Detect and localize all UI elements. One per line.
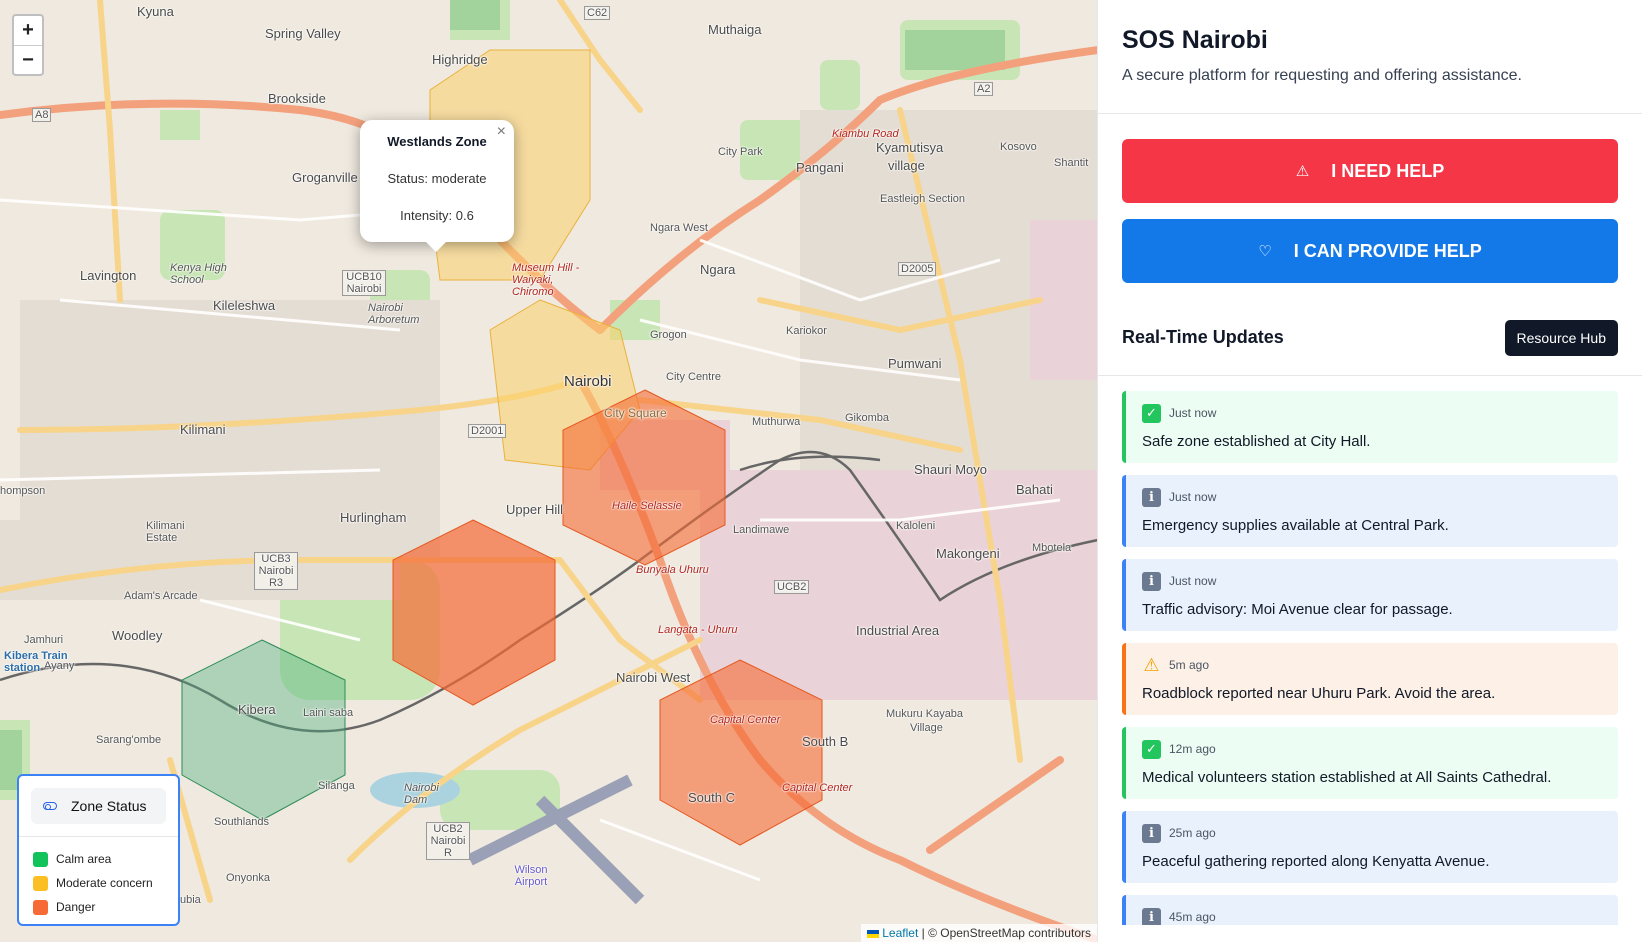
danger-swatch [33,899,48,915]
zone-south-c [659,659,823,846]
update-text: Safe zone established at City Hall. [1142,433,1371,450]
info-icon: i [1142,907,1161,925]
legend-toggle[interactable]: Zone Status [31,788,166,824]
zone-legend: Zone Status Calm area Moderate concern D… [17,774,180,926]
popup-close-button[interactable]: × [497,123,506,141]
legend-item-label: Danger [56,900,96,914]
check-icon: ✓ [1142,403,1161,423]
sidebar: SOS Nairobi A secure platform for reques… [1098,0,1642,942]
zoom-in-button[interactable]: + [14,16,42,45]
update-card: i 45m ago [1122,895,1618,925]
zoom-control: + − [12,14,44,76]
map-attribution: Leaflet | © OpenStreetMap contributors [860,924,1097,942]
legend-item-danger: Danger [19,895,178,919]
update-text: Roadblock reported near Uhuru Park. Avoi… [1142,685,1496,702]
update-card: i 25m ago Peaceful gathering reported alo… [1122,811,1618,883]
check-icon: ✓ [1142,739,1161,759]
info-icon: i [1142,823,1161,843]
popup-status: Status: moderate [387,171,487,186]
popup-title: Westlands Zone [387,134,487,149]
app-title: SOS Nairobi [1122,26,1268,54]
need-help-button[interactable]: ⚠ I NEED HELP [1122,139,1618,203]
resource-hub-button[interactable]: Resource Hub [1504,319,1618,356]
update-time: 25m ago [1169,826,1216,840]
update-time: Just now [1169,574,1217,588]
update-time: 5m ago [1169,658,1210,672]
updates-title: Real-Time Updates [1122,327,1284,347]
update-time: 45m ago [1169,910,1216,924]
popup-intensity: Intensity: 0.6 [400,208,474,223]
warning-icon: ⚠ [1143,654,1160,675]
zone-popup: × Westlands Zone Status: moderate Intens… [360,120,514,252]
sidebar-header: SOS Nairobi A secure platform for reques… [1098,0,1642,114]
legend-item-label: Calm area [56,852,112,866]
update-card: i Just now Traffic advisory: Moi Avenue c… [1122,559,1618,631]
need-help-label: I NEED HELP [1331,160,1445,181]
update-card: i Just now Emergency supplies available a… [1122,475,1618,547]
update-text: Traffic advisory: Moi Avenue clear for p… [1142,601,1453,618]
map-view[interactable]: Kyuna Spring Valley Highridge Muthaiga B… [0,0,1098,942]
legend-item-calm: Calm area [19,847,178,871]
update-time: 12m ago [1169,742,1216,756]
moderate-swatch [33,875,48,891]
provide-help-button[interactable]: ♡ I CAN PROVIDE HELP [1122,219,1618,283]
update-card: ⚠ 5m ago Roadblock reported near Uhuru Pa… [1122,643,1618,715]
legend-title: Zone Status [71,798,147,814]
updates-feed[interactable]: ✓ Just now Safe zone established at City … [1122,391,1618,925]
update-card: ✓ Just now Safe zone established at City … [1122,391,1618,463]
update-text: Peaceful gathering reported along Kenyat… [1142,853,1490,870]
info-icon: i [1142,487,1161,507]
warning-icon: ⚠ [1295,163,1310,180]
info-icon: i [1142,571,1161,591]
app-subtitle: A secure platform for requesting and off… [1122,67,1522,84]
legend-item-label: Moderate concern [56,876,153,890]
osm-attribution: | © OpenStreetMap contributors [918,926,1091,940]
update-text: Emergency supplies available at Central … [1142,517,1449,534]
update-time: Just now [1169,406,1217,420]
leaflet-link[interactable]: Leaflet [882,926,918,940]
update-card: ✓ 12m ago Medical volunteers station esta… [1122,727,1618,799]
provide-help-label: I CAN PROVIDE HELP [1293,240,1482,261]
ukraine-flag-icon [866,929,879,938]
update-time: Just now [1169,490,1217,504]
zoom-out-button[interactable]: − [14,45,42,74]
legend-item-moderate: Moderate concern [19,871,178,895]
heart-icon: ♡ [1258,243,1272,260]
update-text: Medical volunteers station established a… [1142,769,1552,786]
toggle-icon [43,802,57,810]
calm-swatch [33,851,48,867]
updates-header: Real-Time Updates Resource Hub [1098,306,1642,376]
